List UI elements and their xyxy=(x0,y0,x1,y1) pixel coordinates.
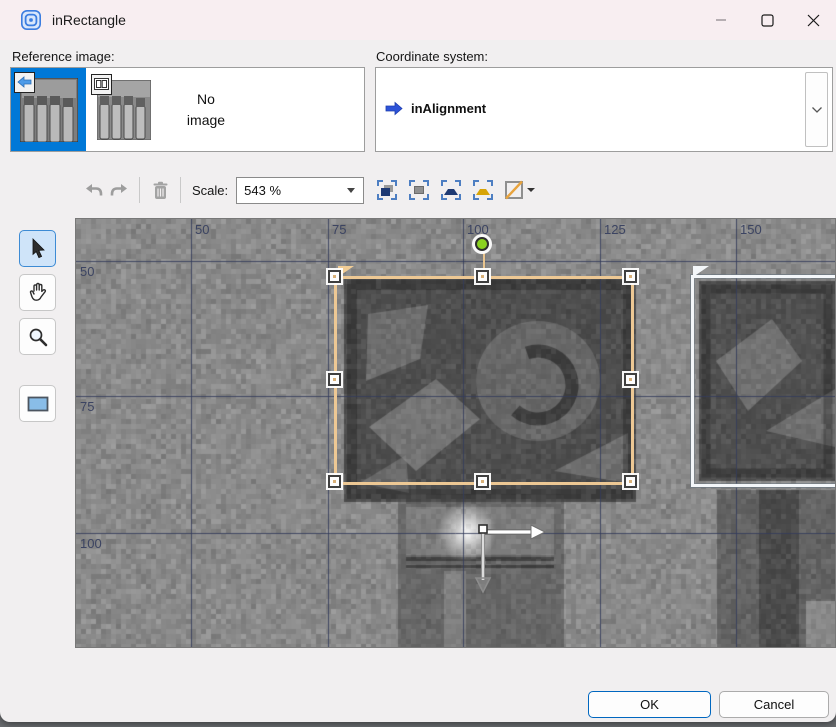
close-icon xyxy=(807,14,820,27)
toolbar-separator xyxy=(139,177,140,203)
fit-selection-button[interactable] xyxy=(470,176,496,204)
inrectangle-dialog: inRectangle Reference image: Coordinate … xyxy=(0,0,836,722)
scale-label: Scale: xyxy=(192,183,228,198)
toolbar-separator xyxy=(180,177,181,203)
undo-icon xyxy=(83,182,104,198)
window-title: inRectangle xyxy=(52,12,126,28)
minimize-icon xyxy=(715,14,727,26)
hand-icon xyxy=(27,282,48,303)
scale-combobox[interactable]: 543 % xyxy=(236,177,364,204)
close-button[interactable] xyxy=(790,0,836,40)
coordinate-system-label: Coordinate system: xyxy=(376,49,488,64)
no-image-option[interactable]: No image xyxy=(161,68,251,151)
scale-value: 543 % xyxy=(244,183,347,198)
coordinate-dropdown-button[interactable] xyxy=(805,72,828,147)
rectangle-tool-button[interactable] xyxy=(19,385,56,422)
no-fill-icon xyxy=(503,179,525,201)
fit-region-icon xyxy=(407,178,431,202)
arrow-left-icon xyxy=(14,72,35,93)
fit-primitive-button[interactable] xyxy=(438,176,464,204)
redo-button[interactable] xyxy=(106,176,132,204)
image-canvas[interactable] xyxy=(76,219,835,647)
fill-mode-button[interactable] xyxy=(502,176,536,204)
maximize-button[interactable] xyxy=(744,0,790,40)
fit-region-button[interactable] xyxy=(406,176,432,204)
undo-button[interactable] xyxy=(80,176,106,204)
editor-toolbar: Scale: 543 % xyxy=(80,172,536,208)
fit-primitive-icon xyxy=(439,178,463,202)
combo-caret-icon xyxy=(347,188,355,193)
cursor-icon xyxy=(29,238,47,259)
fit-selection-icon xyxy=(471,178,495,202)
reference-image-label: Reference image: xyxy=(12,49,115,64)
cancel-button[interactable]: Cancel xyxy=(719,691,829,718)
titlebar: inRectangle xyxy=(0,0,836,40)
chevron-down-icon xyxy=(811,106,823,114)
magnifier-icon xyxy=(28,327,48,347)
fit-image-icon xyxy=(375,178,399,202)
film-sequence-thumb[interactable] xyxy=(86,68,161,151)
reference-thumb-selected[interactable] xyxy=(11,68,86,151)
zoom-tool-button[interactable] xyxy=(19,318,56,355)
filmstrip-icon xyxy=(91,74,112,95)
rectangle-icon xyxy=(27,396,49,412)
redo-icon xyxy=(109,182,130,198)
maximize-icon xyxy=(761,14,774,27)
pan-tool-button[interactable] xyxy=(19,274,56,311)
select-tool-button[interactable] xyxy=(19,230,56,267)
fill-mode-caret-icon xyxy=(527,188,535,192)
minimize-button[interactable] xyxy=(698,0,744,40)
ok-button[interactable]: OK xyxy=(588,691,711,718)
arrow-right-icon xyxy=(385,101,403,116)
trash-icon xyxy=(152,181,169,200)
coordinate-system-dropdown[interactable]: inAlignment xyxy=(375,67,833,152)
reference-image-panel: No image xyxy=(10,67,365,152)
delete-button[interactable] xyxy=(147,176,173,204)
coordinate-system-value: inAlignment xyxy=(411,101,486,116)
app-icon xyxy=(21,10,41,30)
fit-image-button[interactable] xyxy=(374,176,400,204)
canvas-panel: 50751001251505075100 xyxy=(75,218,836,648)
